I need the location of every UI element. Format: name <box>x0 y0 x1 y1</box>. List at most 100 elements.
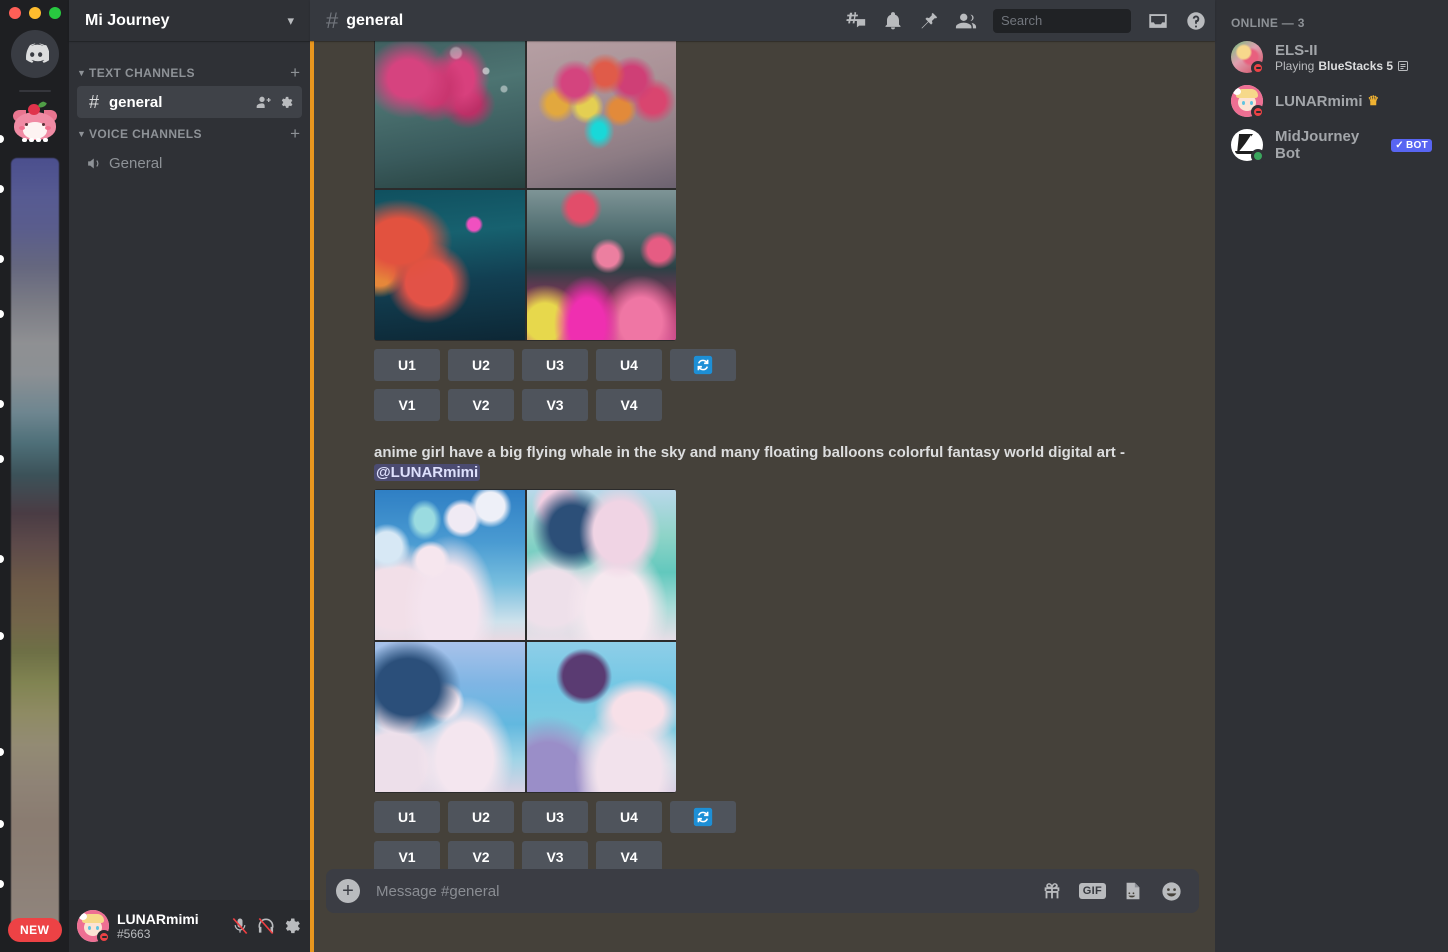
create-voice-channel-button[interactable]: + <box>290 125 302 142</box>
reroll-refresh-icon <box>693 807 713 827</box>
message-scroll-region[interactable]: U1 U2 U3 U4 V1 V2 V3 V4 anime girl have … <box>310 41 1215 869</box>
status-badge-dnd <box>1251 61 1265 75</box>
member-row-els-ii[interactable]: ELS-II Playing BlueStacks 5 <box>1231 36 1440 78</box>
variation-button-v1[interactable]: V1 <box>374 841 440 869</box>
chevron-down-icon: ▼ <box>77 68 86 78</box>
variation-button-v4[interactable]: V4 <box>596 389 662 421</box>
sticker-icon[interactable] <box>1122 880 1144 902</box>
channel-name: general <box>109 93 163 111</box>
upscale-button-u2[interactable]: U2 <box>448 349 514 381</box>
activity-name: BlueStacks 5 <box>1318 58 1394 73</box>
upscale-button-u3[interactable]: U3 <box>522 801 588 833</box>
chat-main: # general Search U1 U2 U3 U4 V1 V2 V3 V4… <box>310 0 1215 952</box>
notification-bell-icon[interactable] <box>883 11 903 31</box>
upscale-button-u2[interactable]: U2 <box>448 801 514 833</box>
avatar[interactable] <box>1231 41 1265 75</box>
variation-button-row: V1 V2 V3 V4 <box>374 841 1199 869</box>
reroll-button[interactable] <box>670 801 736 833</box>
window-zoom-button[interactable] <box>49 7 61 19</box>
category-text-channels[interactable]: ▼ TEXT CHANNELS + <box>69 61 310 85</box>
grid-image-2[interactable] <box>527 41 676 188</box>
grid-image-1[interactable] <box>375 490 525 640</box>
avatar[interactable] <box>77 910 111 944</box>
member-name: LUNARmimi <box>1275 92 1363 110</box>
reroll-refresh-icon <box>693 355 713 375</box>
member-name: ELS-II <box>1275 41 1318 59</box>
deafen-headphones-icon[interactable] <box>256 916 276 936</box>
current-username: LUNARmimi <box>117 911 199 927</box>
window-minimize-button[interactable] <box>29 7 41 19</box>
attach-file-button[interactable] <box>336 879 360 903</box>
window-close-button[interactable] <box>9 7 21 19</box>
channel-name: General <box>109 154 163 172</box>
upscale-button-u4[interactable]: U4 <box>596 349 662 381</box>
variation-button-v4[interactable]: V4 <box>596 841 662 869</box>
grid-image-1[interactable] <box>375 41 525 188</box>
user-mention[interactable]: @LUNARmimi <box>374 464 481 481</box>
grid-image-3[interactable] <box>375 642 525 792</box>
server-rail-divider <box>18 90 51 92</box>
member-row-lunarmimi[interactable]: LUNARmimi ♛ <box>1231 80 1440 122</box>
grid-image-4[interactable] <box>527 190 676 340</box>
gif-icon[interactable]: GIF <box>1078 883 1106 899</box>
status-badge-dnd <box>97 930 111 944</box>
upscale-button-u4[interactable]: U4 <box>596 801 662 833</box>
grid-image-2[interactable] <box>527 490 676 640</box>
sidebar-channel-voice-general[interactable]: General <box>77 147 302 179</box>
hash-icon: # <box>326 7 339 33</box>
midjourney-image-grid[interactable] <box>374 41 676 341</box>
member-name: MidJourney Bot <box>1275 128 1360 162</box>
server-rail-gradient-strip <box>10 158 59 930</box>
category-voice-channels[interactable]: ▼ VOICE CHANNELS + <box>69 122 310 146</box>
variation-button-v2[interactable]: V2 <box>448 389 514 421</box>
variation-button-v2[interactable]: V2 <box>448 841 514 869</box>
avatar[interactable] <box>1231 129 1265 163</box>
server-rail: NEW <box>0 0 69 952</box>
variation-button-v3[interactable]: V3 <box>522 389 588 421</box>
category-label: TEXT CHANNELS <box>89 66 195 80</box>
variation-button-v1[interactable]: V1 <box>374 389 440 421</box>
member-list-icon[interactable] <box>955 10 977 32</box>
user-panel: LUNARmimi #5663 <box>69 900 310 952</box>
chevron-down-icon: ▾ <box>287 12 294 28</box>
emoji-icon[interactable] <box>1160 880 1183 903</box>
grid-image-3[interactable] <box>375 190 525 340</box>
upscale-button-u3[interactable]: U3 <box>522 349 588 381</box>
member-row-midjourney-bot[interactable]: MidJourney Bot ✓ BOT <box>1231 124 1440 166</box>
composer-area: GIF <box>310 869 1215 952</box>
upscale-button-u1[interactable]: U1 <box>374 349 440 381</box>
chat-header: # general <box>310 0 1215 41</box>
member-list-panel: ONLINE — 3 ELS-II Playing BlueStacks 5 L… <box>1215 0 1448 952</box>
sidebar-channel-general[interactable]: # general <box>77 86 302 118</box>
upscale-button-u1[interactable]: U1 <box>374 801 440 833</box>
unread-indicator-dots <box>0 0 8 952</box>
message-whale: anime girl have a big flying whale in th… <box>310 441 1215 869</box>
reroll-button[interactable] <box>670 349 736 381</box>
add-member-icon[interactable] <box>256 94 272 110</box>
guild-header[interactable]: Mi Journey ▾ <box>69 0 310 41</box>
server-owner-crown-icon: ♛ <box>1367 93 1380 108</box>
create-text-channel-button[interactable]: + <box>290 64 302 81</box>
discord-home-button[interactable] <box>10 30 59 78</box>
midjourney-image-grid[interactable] <box>374 489 676 793</box>
mute-microphone-icon[interactable] <box>230 916 250 936</box>
help-icon[interactable] <box>1185 10 1207 32</box>
threads-icon[interactable] <box>845 10 867 32</box>
user-settings-gear-icon[interactable] <box>282 916 302 936</box>
grid-image-4[interactable] <box>527 642 676 792</box>
search-box[interactable] <box>993 8 1177 33</box>
pinned-messages-icon[interactable] <box>919 11 939 31</box>
variation-button-v3[interactable]: V3 <box>522 841 588 869</box>
window-traffic-lights <box>9 7 61 19</box>
new-badge[interactable]: NEW <box>8 918 62 942</box>
settings-gear-icon[interactable] <box>279 95 294 110</box>
member-list-heading: ONLINE — 3 <box>1231 16 1305 30</box>
bot-badge: ✓ BOT <box>1391 138 1432 152</box>
gift-icon[interactable] <box>1041 880 1063 902</box>
inbox-icon[interactable] <box>1147 10 1169 32</box>
message-scrollbar-track[interactable] <box>1197 82 1213 869</box>
message-input[interactable] <box>376 882 1041 900</box>
message-composer[interactable]: GIF <box>326 869 1199 913</box>
avatar[interactable] <box>1231 85 1265 119</box>
server-icon-mi-journey[interactable] <box>11 100 59 148</box>
